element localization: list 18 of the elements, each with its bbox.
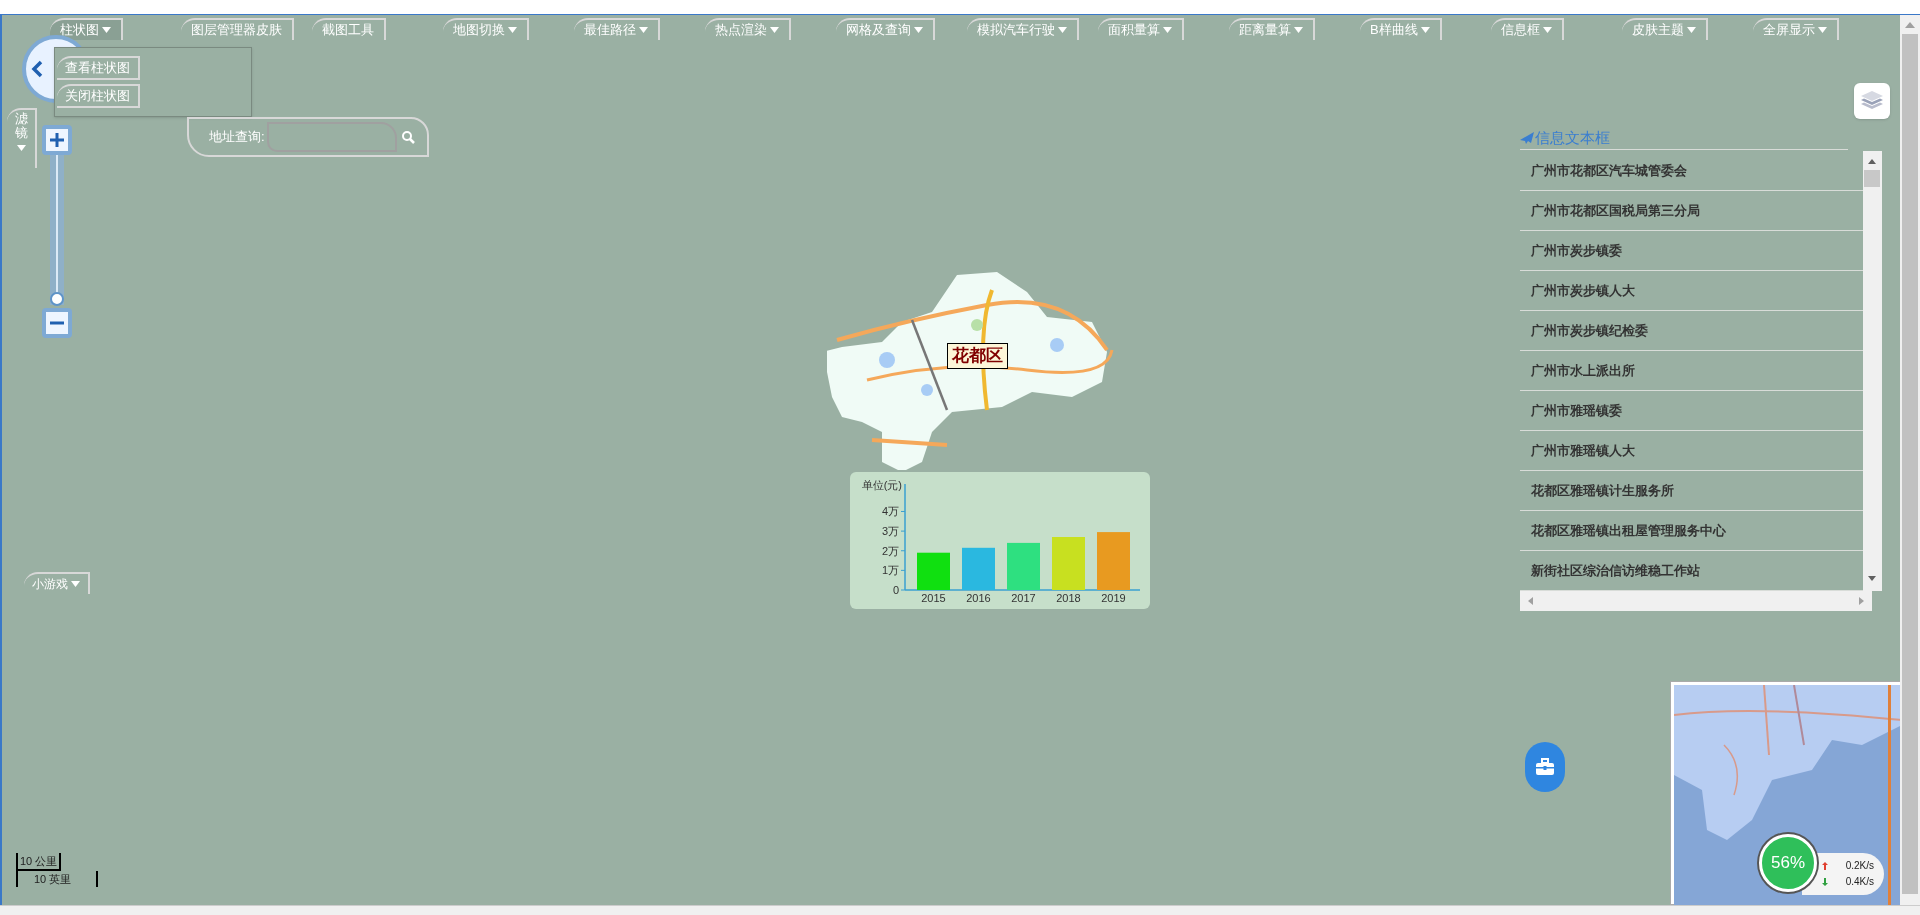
tick-label: 2018: [1056, 592, 1081, 604]
tick-label: 2万: [881, 544, 899, 557]
download-speed: 0.4K/s: [1845, 875, 1875, 889]
tick-label: 1万: [881, 564, 899, 577]
tick-label: 2019: [1101, 592, 1126, 604]
address-search-label: 地址查询:: [209, 128, 265, 147]
panel-title: 信息文本框: [1520, 127, 1848, 150]
tick-label: 2015: [921, 592, 946, 604]
upload-speed: 0.2K/s: [1845, 859, 1875, 873]
axis-title: 单位(元): [861, 479, 902, 491]
scale-label: 10 公里: [16, 853, 62, 871]
map-label: 花都区: [947, 343, 1008, 369]
tick-label: 3万: [881, 525, 899, 538]
tick-label: 4万: [881, 505, 899, 518]
tick-label: 2016: [966, 592, 991, 604]
tick-label: 2017: [1011, 592, 1036, 604]
tick-label: 0: [892, 584, 899, 596]
scale-label: 10 英里: [16, 871, 98, 887]
